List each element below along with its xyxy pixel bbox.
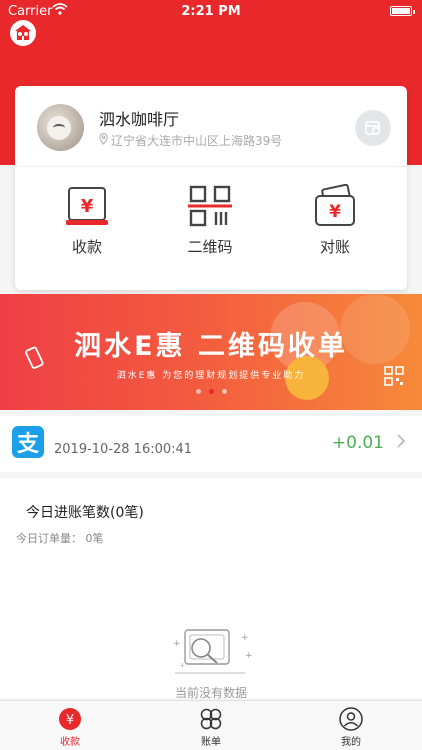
svg-text:¥: ¥ xyxy=(81,196,94,217)
user-icon xyxy=(311,707,391,731)
qr-mini-icon xyxy=(384,366,404,390)
transaction-amount: +0.01 xyxy=(331,433,384,453)
empty-state-icon: + + + + xyxy=(165,628,255,688)
summary-subtitle: 今日订单量： 0笔 xyxy=(16,532,104,545)
transaction-time: 2019-10-28 16:00:41 xyxy=(54,442,193,457)
store-settings-icon xyxy=(365,121,380,135)
pagination-dot[interactable] xyxy=(221,389,227,394)
chevron-right-icon xyxy=(396,433,406,454)
wallet-icon: ¥ xyxy=(285,184,385,228)
banner-pagination xyxy=(0,389,422,394)
banner-title: 泗水E惠 二维码收单 xyxy=(74,331,348,362)
qr-code-icon xyxy=(160,184,260,228)
store-card: 泗水咖啡厅 辽宁省大连市中山区上海路39号 ¥ 收款 二维码 ¥ 对账 xyxy=(15,86,407,290)
svg-text:+: + xyxy=(241,633,249,643)
card-divider xyxy=(15,166,407,167)
promo-banner[interactable]: 泗水E惠 二维码收单 泗水E惠 为您的理财规划提供专业助力 xyxy=(0,294,422,410)
yuan-coin-icon: ¥ xyxy=(30,707,110,731)
feature-collect-button[interactable]: ¥ 收款 xyxy=(37,184,137,257)
svg-text:+: + xyxy=(179,661,186,670)
feature-label: 收款 xyxy=(71,238,102,256)
banner-subtitle: 泗水E惠 为您的理财规划提供专业助力 xyxy=(116,371,306,381)
svg-text:¥: ¥ xyxy=(329,202,341,222)
tab-label: 收款 xyxy=(60,737,80,748)
pagination-dot[interactable] xyxy=(195,389,201,394)
location-pin-icon xyxy=(99,133,108,148)
tab-label: 账单 xyxy=(201,737,221,748)
app-logo-icon xyxy=(10,20,36,46)
feature-label: 对账 xyxy=(319,238,350,256)
clock: 2:21 PM xyxy=(181,4,241,19)
four-leaf-icon xyxy=(171,707,251,731)
pagination-dot-active[interactable] xyxy=(208,389,214,394)
svg-text:+: + xyxy=(173,639,181,649)
cash-register-icon: ¥ xyxy=(37,184,137,228)
svg-text:+: + xyxy=(245,651,253,661)
today-summary: 今日进账笔数(0笔) 今日订单量： 0笔 + + + + 当前没有数据 xyxy=(0,478,422,700)
empty-state-text: 当前没有数据 xyxy=(174,686,247,700)
tab-bar: ¥ 收款 账单 我的 xyxy=(0,700,422,750)
battery-icon xyxy=(390,6,415,16)
svg-text:¥: ¥ xyxy=(66,713,74,728)
summary-title: 今日进账笔数(0笔) xyxy=(26,505,144,521)
feature-reconcile-button[interactable]: ¥ 对账 xyxy=(285,184,385,257)
store-avatar[interactable] xyxy=(37,104,84,151)
store-settings-button[interactable] xyxy=(355,110,391,146)
store-address: 辽宁省大连市中山区上海路39号 xyxy=(99,132,282,149)
feature-qrcode-button[interactable]: 二维码 xyxy=(160,184,260,257)
store-address-text: 辽宁省大连市中山区上海路39号 xyxy=(111,134,283,148)
tab-profile[interactable]: 我的 xyxy=(311,707,391,748)
store-name: 泗水咖啡厅 xyxy=(99,110,180,129)
tab-bills[interactable]: 账单 xyxy=(171,707,251,748)
status-bar: Carrier 2:21 PM xyxy=(0,0,422,22)
transaction-row[interactable]: 支 2019-10-28 16:00:41 +0.01 xyxy=(0,416,422,472)
alipay-icon: 支 xyxy=(12,426,44,458)
feature-label: 二维码 xyxy=(187,238,233,256)
tab-label: 我的 xyxy=(341,737,361,748)
tab-collect[interactable]: ¥ 收款 xyxy=(30,707,110,748)
